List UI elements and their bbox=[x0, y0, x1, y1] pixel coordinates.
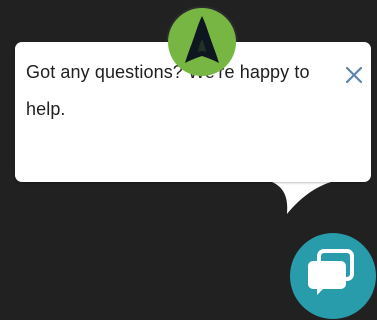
arrowhead-logo-icon bbox=[185, 16, 219, 63]
support-avatar bbox=[168, 8, 236, 76]
chat-bubbles-icon bbox=[308, 249, 354, 295]
close-button[interactable] bbox=[341, 62, 367, 88]
close-icon bbox=[345, 66, 363, 84]
chat-launcher-button[interactable] bbox=[290, 233, 376, 319]
chat-widget-stage: Got any questions? We're happy to help. bbox=[0, 0, 377, 320]
